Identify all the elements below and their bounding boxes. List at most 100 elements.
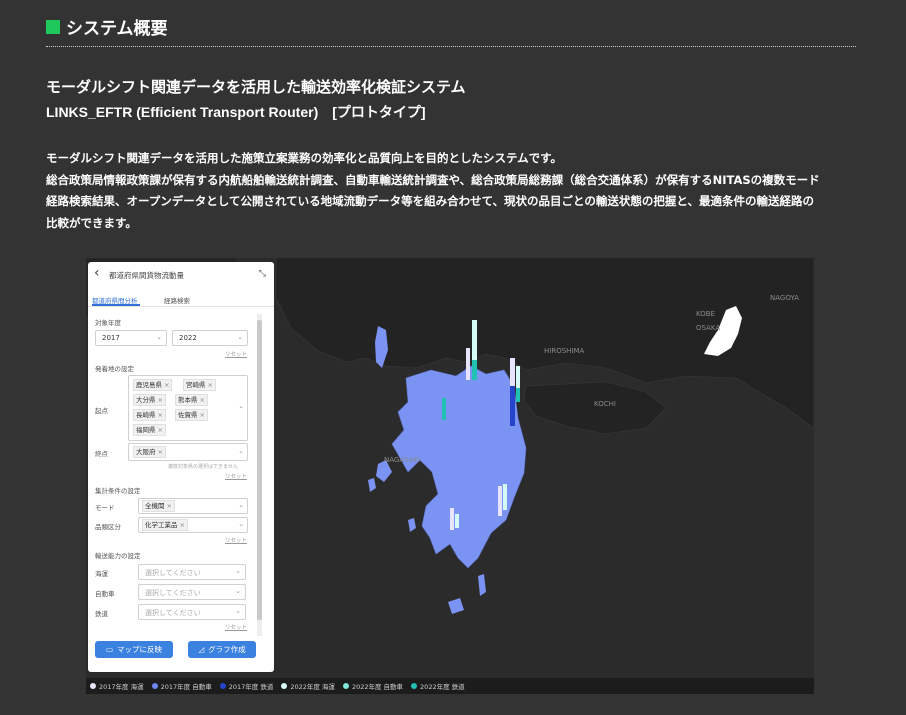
legend-item: 2022年度 鉄道 [411, 681, 465, 691]
flow-bar [503, 484, 507, 510]
year-label: 対象年度 [95, 319, 121, 327]
legend-item: 2017年度 海運 [90, 681, 144, 691]
legend-dot-icon [90, 683, 96, 689]
chevron-down-icon: ⌄ [235, 587, 241, 595]
capacity-label: 自動車 [95, 590, 115, 598]
description-line: 比較ができます。 [46, 215, 137, 230]
flow-bar [450, 508, 454, 530]
legend-dot-icon [219, 683, 226, 689]
origin-tag[interactable]: 佐賀県 × [175, 409, 208, 421]
remove-icon: × [164, 381, 170, 389]
divider [46, 46, 856, 47]
destination-multiselect[interactable]: 大阪府 × ⌄ [128, 443, 248, 461]
city-label-osaka: OSAKA [696, 324, 720, 332]
chevron-down-icon: ⌄ [156, 333, 162, 341]
origin-tag[interactable]: 鹿児島県 × [133, 379, 173, 391]
year-from-select[interactable]: 2017 ⌄ [95, 330, 167, 346]
category-label: 品類区分 [95, 523, 121, 531]
map-legend: 2017年度 海運 2017年度 自動車 2017年度 鉄道 2022年度 海運… [86, 678, 814, 694]
section-header: システム概要 [46, 14, 168, 39]
chevron-down-icon: ⌄ [237, 333, 243, 341]
apply-to-map-button[interactable]: ▭ マップに反映 [95, 641, 173, 658]
flow-bar [516, 366, 520, 388]
remove-icon: × [166, 502, 172, 510]
system-subtitle: LINKS_EFTR (Efficient Transport Router) … [46, 104, 426, 120]
flow-bar [510, 386, 515, 426]
category-tag[interactable]: 化学工業品 × [142, 519, 188, 531]
origin-multiselect[interactable]: 鹿児島県 × 宮崎県 × 大分県 × 熊本県 × 長崎県 × 佐賀県 × 福岡県 × ⌄ [128, 375, 248, 441]
city-label-nagoya: NAGOYA [770, 294, 799, 302]
capacity-select-rail[interactable]: 選択してください ⌄ [138, 604, 246, 620]
description-line: 総合政策局情報政策課が保有する内航船舶輸送統計調査、自動車輸送統計調査や、総合政… [46, 172, 820, 187]
active-tab-indicator [92, 304, 140, 306]
legend-item: 2022年度 海運 [281, 681, 335, 691]
chevron-down-icon: ⌄ [235, 607, 241, 615]
city-label-hiroshima: HIROSHIMA [544, 347, 585, 355]
origin-tag[interactable]: 宮崎県 × [183, 379, 216, 391]
capacity-section-label: 輸送能力の設定 [95, 552, 141, 560]
legend-item: 2017年度 自動車 [151, 681, 212, 691]
city-label-kobe: KOBE [696, 310, 715, 318]
destination-label: 終点 [95, 450, 108, 458]
map-icon: ▭ [105, 645, 114, 654]
chevron-down-icon: ⌄ [238, 520, 244, 528]
reset-link[interactable]: リセット [225, 350, 247, 358]
origin-tag[interactable]: 長崎県 × [133, 409, 166, 421]
system-description: モーダルシフト関連データを活用した施策立案業務の効率化と品質向上を目的としたシス… [46, 148, 866, 234]
remove-icon: × [179, 521, 185, 529]
mode-tag[interactable]: 全機関 × [142, 500, 175, 512]
reset-link[interactable]: リセット [225, 623, 247, 631]
mode-multiselect[interactable]: 全機関 × ⌄ [138, 498, 248, 514]
green-square-icon [46, 19, 60, 34]
origin-label: 起点 [95, 407, 108, 415]
description-line: モーダルシフト関連データを活用した施策立案業務の効率化と品質向上を目的としたシス… [46, 151, 562, 165]
category-multiselect[interactable]: 化学工業品 × ⌄ [138, 517, 248, 533]
legend-dot-icon [342, 683, 349, 689]
create-graph-button[interactable]: ◿ グラフ作成 [188, 641, 256, 658]
chevron-down-icon: ⌄ [238, 402, 244, 410]
legend-dot-icon [151, 683, 158, 689]
mode-label: モード [95, 504, 115, 512]
control-panel: ‹ 都道府県間貨物流動量 ⤡ 都道府県間分析 経路検索 対象年度 2017 ⌄ 2… [88, 262, 274, 672]
flow-bar [516, 388, 520, 402]
description-line: 経路検索結果、オープンデータとして公開されている地域流動データ等を組み合わせて、… [46, 194, 814, 208]
flow-bar [455, 514, 459, 528]
legend-item: 2017年度 鉄道 [219, 681, 273, 691]
capacity-select-truck[interactable]: 選択してください ⌄ [138, 584, 246, 600]
destination-tag[interactable]: 大阪府 × [133, 446, 166, 458]
system-title: モーダルシフト関連データを活用した輸送効率化検証システム [46, 78, 466, 96]
chevron-down-icon: ⌄ [238, 447, 244, 455]
remove-icon: × [157, 426, 163, 434]
origin-tag[interactable]: 大分県 × [133, 394, 166, 406]
remove-icon: × [199, 411, 205, 419]
capacity-label: 海運 [95, 570, 108, 578]
flow-bar [498, 486, 502, 516]
scrollbar-thumb[interactable] [257, 320, 262, 620]
origin-section-label: 発着地の設定 [95, 365, 134, 373]
back-arrow-icon[interactable]: ‹ [94, 265, 100, 281]
panel-header: ‹ 都道府県間貨物流動量 ⤡ [88, 262, 274, 286]
flow-bar [466, 348, 470, 380]
year-to-select[interactable]: 2022 ⌄ [172, 330, 248, 346]
chevron-down-icon: ⌄ [238, 501, 244, 509]
collapse-icon[interactable]: ⤡ [259, 269, 266, 279]
legend-item: 2022年度 自動車 [342, 681, 403, 691]
reset-link[interactable]: リセット [225, 472, 247, 480]
remove-icon: × [157, 411, 163, 419]
tab-route-search[interactable]: 経路検索 [164, 295, 190, 305]
panel-title: 都道府県間貨物流動量 [109, 271, 184, 280]
capacity-select-sea[interactable]: 選択してください ⌄ [138, 564, 246, 580]
aggregation-section-label: 集計条件の設定 [95, 487, 141, 495]
city-label-kochi: KOCHI [594, 400, 616, 408]
remove-icon: × [199, 396, 205, 404]
remove-icon: × [207, 381, 213, 389]
chevron-down-icon: ⌄ [235, 567, 241, 575]
origin-tag[interactable]: 熊本県 × [175, 394, 208, 406]
origin-tag[interactable]: 福岡県 × [133, 424, 166, 436]
remove-icon: × [157, 448, 163, 456]
panel-tabs: 都道府県間分析 経路検索 [88, 292, 274, 307]
legend-dot-icon [411, 683, 418, 689]
flow-bar [442, 398, 446, 420]
flow-bar [472, 320, 477, 360]
reset-link[interactable]: リセット [225, 536, 247, 544]
